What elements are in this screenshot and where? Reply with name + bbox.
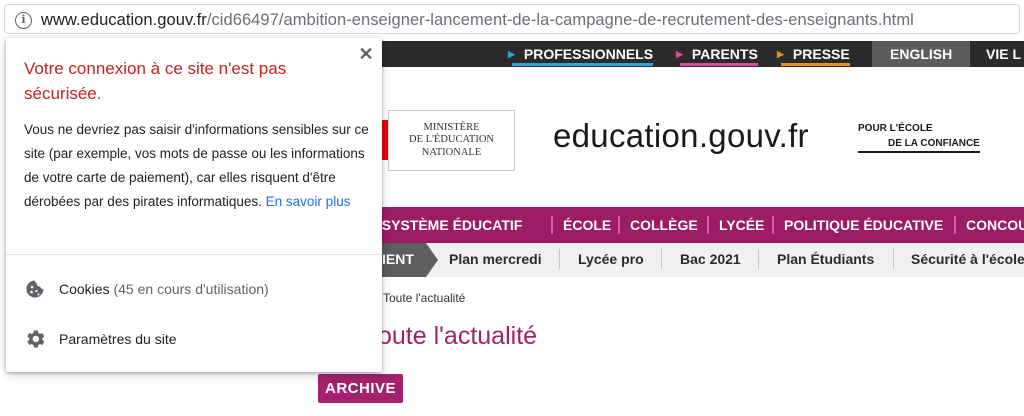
top-nav-label: PROFESSIONNELS bbox=[523, 46, 654, 62]
ministry-logo-line: NATIONALE bbox=[421, 146, 482, 158]
gear-icon bbox=[27, 330, 45, 348]
site-brand[interactable]: education.gouv.fr bbox=[553, 117, 809, 155]
main-nav-item-ecole[interactable]: ÉCOLE bbox=[563, 207, 611, 243]
main-nav-separator bbox=[551, 216, 553, 234]
ministry-logo[interactable]: MINISTÈRE DE L'ÉDUCATION NATIONALE bbox=[388, 110, 515, 171]
info-icon[interactable]: i bbox=[15, 12, 32, 29]
popup-title: Votre connexion à ce site n'est pas sécu… bbox=[24, 59, 287, 103]
top-nav-item-parents[interactable]: ▶ PARENTS bbox=[676, 41, 758, 67]
main-nav-item-college[interactable]: COLLÈGE bbox=[630, 207, 698, 243]
url-path: /cid66497/ambition-enseigner-lancement-d… bbox=[206, 11, 914, 29]
cookies-count: (45 en cours d'utilisation) bbox=[113, 281, 269, 297]
url-text[interactable]: www.education.gouv.fr/cid66497/ambition-… bbox=[41, 11, 914, 30]
site-settings-label: Paramètres du site bbox=[59, 331, 177, 347]
main-nav-separator bbox=[618, 216, 620, 234]
site-tagline: POUR L'ÉCOLE DE LA CONFIANCE bbox=[858, 121, 980, 153]
main-nav-item-concours[interactable]: CONCOU bbox=[966, 207, 1024, 243]
tagline-line: POUR L'ÉCOLE bbox=[858, 123, 933, 134]
address-bar: i www.education.gouv.fr/cid66497/ambitio… bbox=[0, 0, 1024, 38]
top-nav-item-presse[interactable]: ▶ PRESSE bbox=[777, 41, 850, 67]
tagline-line: DE LA CONFIANCE bbox=[858, 136, 980, 153]
top-nav-underline bbox=[781, 63, 850, 66]
top-nav-label: VIE L bbox=[986, 46, 1022, 62]
sub-nav-item-plan-etudiants[interactable]: Plan Étudiants bbox=[777, 251, 874, 267]
sub-nav-item-bac-2021[interactable]: Bac 2021 bbox=[680, 251, 741, 267]
main-nav-separator bbox=[954, 216, 956, 234]
top-nav-underline bbox=[512, 63, 654, 66]
ministry-logo-line: MINISTÈRE bbox=[423, 121, 480, 133]
top-nav-label: PARENTS bbox=[691, 46, 758, 62]
main-nav-item-lycee[interactable]: LYCÉE bbox=[719, 207, 764, 243]
sub-nav-item-lycee-pro[interactable]: Lycée pro bbox=[578, 251, 644, 267]
breadcrumb[interactable]: Toute l'actualité bbox=[383, 291, 465, 305]
top-nav-item-professionnels[interactable]: ▶ PROFESSIONNELS bbox=[508, 41, 654, 67]
sub-nav-separator bbox=[559, 249, 560, 269]
learn-more-link[interactable]: En savoir plus bbox=[266, 194, 351, 209]
close-icon[interactable]: ✕ bbox=[358, 45, 374, 63]
top-nav-label: ENGLISH bbox=[890, 46, 953, 62]
main-nav-item-systeme[interactable]: LE SYSTÈME ÉDUCATIF bbox=[360, 207, 522, 243]
top-nav-item-english[interactable]: ENGLISH bbox=[872, 41, 971, 67]
sub-nav-separator bbox=[661, 249, 662, 269]
sub-nav-active-label: IENT bbox=[382, 251, 414, 267]
main-nav-item-politique[interactable]: POLITIQUE ÉDUCATIVE bbox=[784, 207, 943, 243]
arrow-icon: ▶ bbox=[777, 48, 784, 59]
arrow-icon: ▶ bbox=[508, 48, 515, 59]
sub-nav-item-securite[interactable]: Sécurité à l'école bbox=[911, 251, 1024, 267]
top-nav-item-vie[interactable]: VIE L bbox=[986, 41, 1021, 67]
popup-message: Vous ne devriez pas saisir d'information… bbox=[24, 118, 369, 214]
cookie-icon bbox=[26, 280, 44, 298]
top-nav-underline bbox=[680, 63, 758, 66]
url-host: www.education.gouv.fr bbox=[41, 11, 207, 29]
archive-badge: ARCHIVE bbox=[318, 374, 404, 403]
ministry-logo-line: DE L'ÉDUCATION bbox=[408, 134, 494, 146]
popup-divider bbox=[6, 254, 382, 255]
arrow-icon: ▶ bbox=[676, 48, 683, 59]
connection-security-popup: ✕ Votre connexion à ce site n'est pas sé… bbox=[6, 38, 382, 372]
site-settings-row[interactable]: Paramètres du site bbox=[6, 319, 382, 359]
cookies-title: Cookies bbox=[59, 281, 110, 297]
omnibox[interactable]: i www.education.gouv.fr/cid66497/ambitio… bbox=[4, 4, 1020, 34]
sub-nav-item-plan-mercredi[interactable]: Plan mercredi bbox=[449, 251, 542, 267]
main-nav-separator bbox=[707, 216, 709, 234]
top-nav-label: PRESSE bbox=[792, 46, 850, 62]
sub-nav-separator bbox=[758, 249, 759, 269]
cookies-label: Cookies (45 en cours d'utilisation) bbox=[59, 281, 269, 297]
main-nav-separator bbox=[772, 216, 774, 234]
cookies-row[interactable]: Cookies (45 en cours d'utilisation) bbox=[6, 269, 382, 309]
page-title: oute l'actualité bbox=[378, 322, 538, 350]
sub-nav-separator bbox=[893, 249, 894, 269]
